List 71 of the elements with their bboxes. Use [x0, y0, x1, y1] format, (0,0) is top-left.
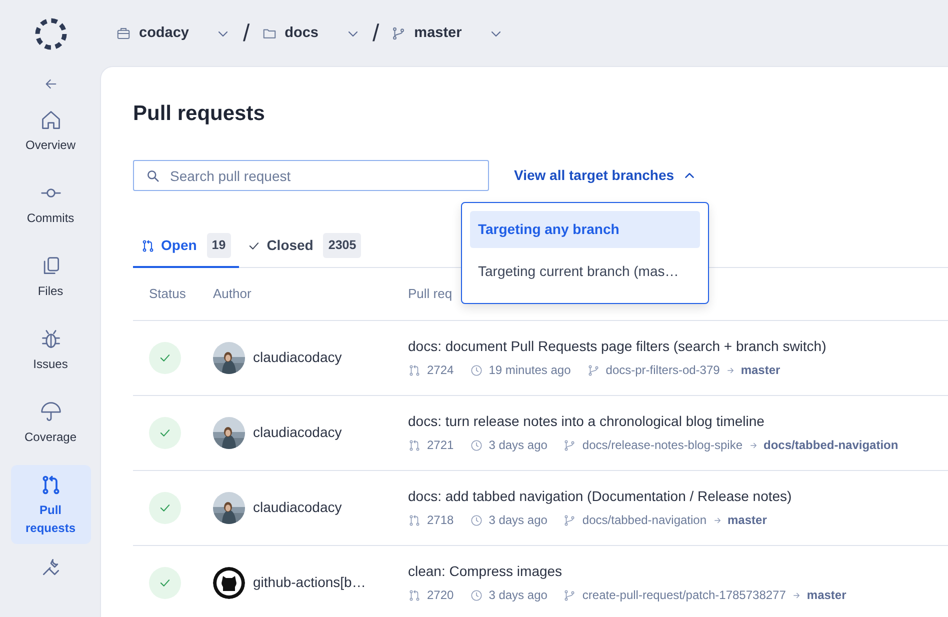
branch-filter-link[interactable]: View all target branches	[514, 165, 698, 186]
pull-request-number: 2718	[427, 512, 454, 530]
sidebar-item[interactable]: Commits	[10, 173, 90, 246]
pull-request-title: docs: document Pull Requests page filters (search + branch switch)	[408, 338, 826, 354]
branch-icon	[563, 588, 576, 602]
search-icon	[145, 168, 160, 184]
author-name: claudiacodacy	[253, 423, 342, 442]
bug-icon	[40, 328, 62, 350]
time-ago: 3 days ago	[488, 512, 548, 530]
author-name: claudiacodacy	[253, 348, 342, 368]
arrow-right-icon	[712, 516, 722, 525]
author-name: claudiacodacy	[253, 498, 342, 518]
breadcrumb-separator: /	[242, 18, 250, 48]
breadcrumb-dropdown[interactable]: master	[391, 22, 504, 44]
branch-icon	[563, 438, 576, 452]
pull-request-icon	[408, 364, 421, 377]
tab[interactable]: Open 19	[133, 233, 239, 268]
target-branch: docs/tabbed-navigation	[764, 437, 898, 454]
time-ago: 3 days ago	[488, 437, 548, 454]
clock-icon	[470, 438, 483, 452]
time-ago: 3 days ago	[488, 587, 548, 604]
search-field[interactable]: Search pull request	[133, 160, 489, 192]
sidebar-item[interactable]: Pull requests	[10, 465, 90, 544]
count-badge: 2305	[323, 233, 362, 258]
page-title: Pull requests	[133, 101, 266, 126]
logo-icon[interactable]	[34, 16, 68, 50]
source-branch: create-pull-request/patch-1785738277	[582, 587, 786, 604]
pull-request-number: 2721	[427, 437, 454, 454]
pull-request-icon	[408, 588, 421, 602]
dropdown-option[interactable]: Targeting current branch (mas…	[470, 253, 700, 290]
tab[interactable]: Closed 2305	[238, 233, 370, 268]
author-name: github-actions[b…	[253, 573, 366, 592]
pull-request-icon	[408, 514, 421, 527]
sidebar-item[interactable]: Overview	[10, 100, 90, 173]
pull-request-title: docs: turn release notes into a chronological blog timeline	[408, 413, 764, 430]
pull-request-number: 2720	[427, 587, 454, 604]
arrow-right-icon	[726, 366, 735, 375]
umbrella-icon	[40, 401, 62, 423]
briefcase-icon	[116, 26, 131, 41]
branch-icon	[586, 364, 600, 377]
branch-icon	[563, 514, 576, 527]
arrow-right-icon	[792, 590, 801, 600]
home-icon	[40, 109, 62, 131]
pull-request-icon	[141, 238, 155, 253]
breadcrumb-dropdown[interactable]: codacy	[116, 22, 231, 44]
arrow-right-icon	[748, 440, 758, 450]
breadcrumb-separator: /	[372, 18, 380, 48]
pull-request-number: 2724	[427, 362, 454, 380]
column-header: Pull req	[407, 285, 454, 304]
breadcrumb-dropdown[interactable]: docs	[262, 22, 360, 44]
target-branch: master	[740, 362, 780, 380]
sidebar-item[interactable]: Files	[10, 246, 90, 319]
source-branch: docs/release-notes-blog-spike	[582, 437, 743, 454]
target-branch: master	[728, 512, 767, 530]
clock-icon	[470, 364, 483, 377]
branch-icon	[391, 26, 406, 41]
source-branch: docs/tabbed-navigation	[582, 512, 707, 530]
sidebar-item[interactable]: Coverage	[10, 392, 90, 465]
time-ago: 19 minutes ago	[488, 362, 571, 380]
pull-request-title: clean: Compress images	[408, 563, 562, 580]
clock-icon	[470, 514, 483, 527]
clock-icon	[470, 588, 483, 602]
column-header: Status	[148, 285, 187, 304]
pull-request-title: docs: add tabbed navigation (Documentation / Release notes)	[408, 488, 792, 504]
column-header: Author	[212, 285, 252, 304]
source-branch: docs-pr-filters-od-379	[606, 362, 720, 380]
sidebar-item[interactable]: Issues	[10, 319, 90, 392]
count-badge: 19	[206, 233, 231, 258]
pull-request-icon	[408, 438, 421, 452]
dropdown-option[interactable]: Targeting any branch	[470, 211, 700, 248]
target-branch: master	[806, 587, 846, 604]
